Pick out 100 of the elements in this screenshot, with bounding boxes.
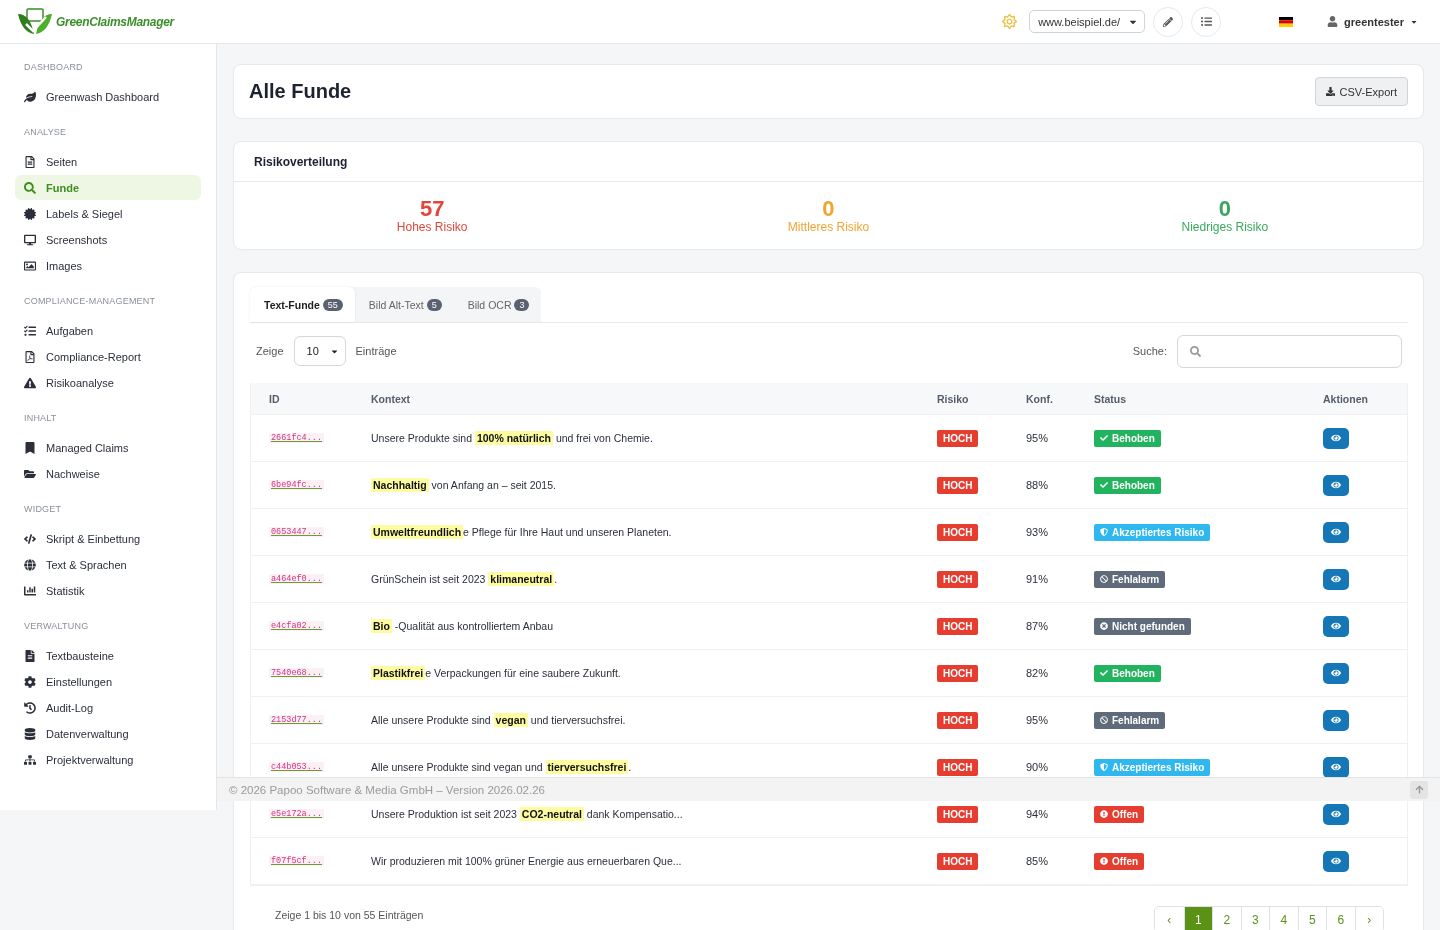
sidebar-section-title: WIDGET — [24, 504, 63, 514]
site-select[interactable]: www.beispiel.de/ — [1029, 10, 1146, 33]
sidebar-item[interactable]: Compliance-Report — [15, 344, 201, 369]
count-badge: 3 — [514, 298, 530, 311]
table-cell-text: 90% — [1025, 761, 1050, 773]
view-button[interactable] — [1323, 803, 1349, 825]
list-button[interactable] — [1191, 6, 1222, 37]
sidebar-item[interactable]: Nachweise — [15, 461, 201, 486]
table-cell-text: 82% — [1025, 667, 1050, 679]
table-cell-text: 95% — [1025, 714, 1050, 726]
view-button[interactable] — [1323, 756, 1349, 778]
sidebar-item[interactable]: Images — [15, 253, 201, 278]
id-link[interactable]: c44b053... — [269, 762, 324, 772]
column-header: Risiko — [936, 392, 970, 405]
sidebar-section-title: ANALYSE — [24, 127, 68, 137]
logo-text[interactable]: GreenClaimsManager — [56, 14, 174, 29]
view-button[interactable] — [1323, 474, 1349, 496]
shield-icon — [1100, 528, 1108, 536]
page-title: Alle Funde — [249, 80, 352, 103]
status-badge: Behoben — [1094, 476, 1161, 494]
eye-icon — [1331, 574, 1341, 584]
flag-icon[interactable] — [1279, 16, 1294, 27]
id-link[interactable]: f07f5cf... — [269, 856, 324, 866]
sidebar-item[interactable]: Seiten — [15, 149, 201, 174]
user-menu[interactable]: greentester — [1321, 14, 1424, 29]
export-button[interactable]: CSV-Export — [1314, 77, 1408, 106]
warning-icon — [24, 376, 36, 389]
sidebar-item[interactable]: Greenwash Dashboard — [15, 84, 201, 109]
status-badge: Fehlalarm — [1094, 570, 1166, 588]
length-label: Zeige — [256, 345, 284, 357]
pdf-icon — [24, 350, 36, 363]
id-link[interactable]: 6be94fc... — [269, 480, 324, 490]
table-cell-text: 94% — [1025, 808, 1050, 820]
page-button[interactable]: › — [1354, 907, 1383, 930]
sidebar-item[interactable]: Audit-Log — [15, 695, 201, 720]
length-select[interactable]: 10 — [293, 336, 346, 366]
risk-badge: HOCH — [937, 476, 979, 494]
tab[interactable]: Bild Alt-Text 5 — [354, 287, 454, 322]
sitemap-icon — [24, 753, 36, 766]
context-text: Alle unsere Produkte sind vegan und tierversuchsfrei. — [371, 714, 626, 726]
chart-icon — [24, 584, 36, 597]
view-button[interactable] — [1323, 850, 1349, 872]
eye-icon — [1331, 480, 1341, 490]
context-text: Alle unsere Produkte sind vegan und tierversuchsfrei. — [371, 761, 632, 773]
id-link[interactable]: e4cfa02... — [269, 621, 324, 631]
id-link[interactable]: 2153d77... — [269, 715, 324, 725]
sidebar-item[interactable]: Screenshots — [15, 227, 201, 252]
column-header: Aktionen — [1322, 392, 1369, 405]
tab[interactable]: Bild OCR 3 — [453, 287, 542, 322]
table-cell-text: 91% — [1025, 573, 1050, 585]
monitor-icon — [24, 233, 36, 246]
sidebar-item[interactable]: Aufgaben — [15, 318, 201, 343]
context-text: Nachhaltig von Anfang an – seit 2015. — [371, 479, 556, 491]
view-button[interactable] — [1323, 521, 1349, 543]
eye-icon — [1331, 668, 1341, 678]
sidebar-item[interactable]: Managed Claims — [15, 435, 201, 460]
sidebar-item[interactable]: Skript & Einbettung — [15, 526, 201, 551]
eye-icon — [1331, 433, 1341, 443]
edit-button[interactable] — [1153, 6, 1184, 37]
sidebar-item[interactable]: Textbausteine — [15, 643, 201, 668]
context-text: Unsere Produkte sind 100% natürlich und frei von Chemie. — [371, 432, 653, 444]
view-button[interactable] — [1323, 427, 1349, 449]
context-text: Plastikfreie Verpackungen für eine saubere Zukunft. — [371, 667, 621, 679]
seal-icon — [24, 207, 36, 220]
id-link[interactable]: 7540e68... — [269, 668, 324, 678]
id-link[interactable]: a464ef0... — [269, 574, 324, 584]
sidebar-item[interactable]: Einstellungen — [15, 669, 201, 694]
status-badge: Nicht gefunden — [1094, 617, 1191, 635]
scroll-top-button[interactable] — [1410, 780, 1428, 799]
tab[interactable]: Text-Funde 55 — [250, 287, 355, 322]
page-button[interactable]: 1 — [1183, 907, 1212, 930]
view-button[interactable] — [1323, 709, 1349, 731]
table-cell-text: 88% — [1025, 479, 1050, 491]
id-link[interactable]: 2661fc4... — [269, 433, 324, 443]
search-label: Suche: — [1132, 345, 1167, 357]
view-button[interactable] — [1323, 615, 1349, 637]
sidebar-section-title: VERWALTUNG — [24, 621, 90, 631]
view-button[interactable] — [1323, 662, 1349, 684]
id-link[interactable]: e5e172a... — [269, 809, 324, 819]
search-field[interactable] — [1177, 334, 1402, 368]
sidebar-section-title: INHALT — [24, 413, 58, 423]
risk-label: Mittleres Risiko — [787, 219, 870, 234]
exclamation-icon — [1100, 810, 1108, 818]
arrow-up-icon — [1414, 785, 1424, 794]
sidebar-item[interactable]: Funde — [15, 175, 201, 200]
sidebar-item[interactable]: Labels & Siegel — [15, 201, 201, 226]
database-icon — [24, 727, 36, 740]
sidebar-item[interactable]: Risikoanalyse — [15, 370, 201, 395]
view-button[interactable] — [1323, 568, 1349, 590]
id-link[interactable]: 0653447... — [269, 527, 324, 537]
sidebar-item[interactable]: Statistik — [15, 578, 201, 603]
risk-badge: HOCH — [937, 805, 979, 823]
sidebar-item[interactable]: Text & Sprachen — [15, 552, 201, 577]
sidebar-item[interactable]: Datenverwaltung — [15, 721, 201, 746]
sidebar-item[interactable]: Projektverwaltung — [15, 747, 201, 772]
context-text: Unsere Produktion ist seit 2023 CO2-neutral dank Kompensatio... — [371, 808, 683, 820]
table-cell-text: 85% — [1025, 855, 1050, 867]
risk-badge: HOCH — [937, 758, 979, 776]
status-badge: Akzeptiertes Risiko — [1094, 523, 1211, 541]
table-cell-text: 87% — [1025, 620, 1050, 632]
